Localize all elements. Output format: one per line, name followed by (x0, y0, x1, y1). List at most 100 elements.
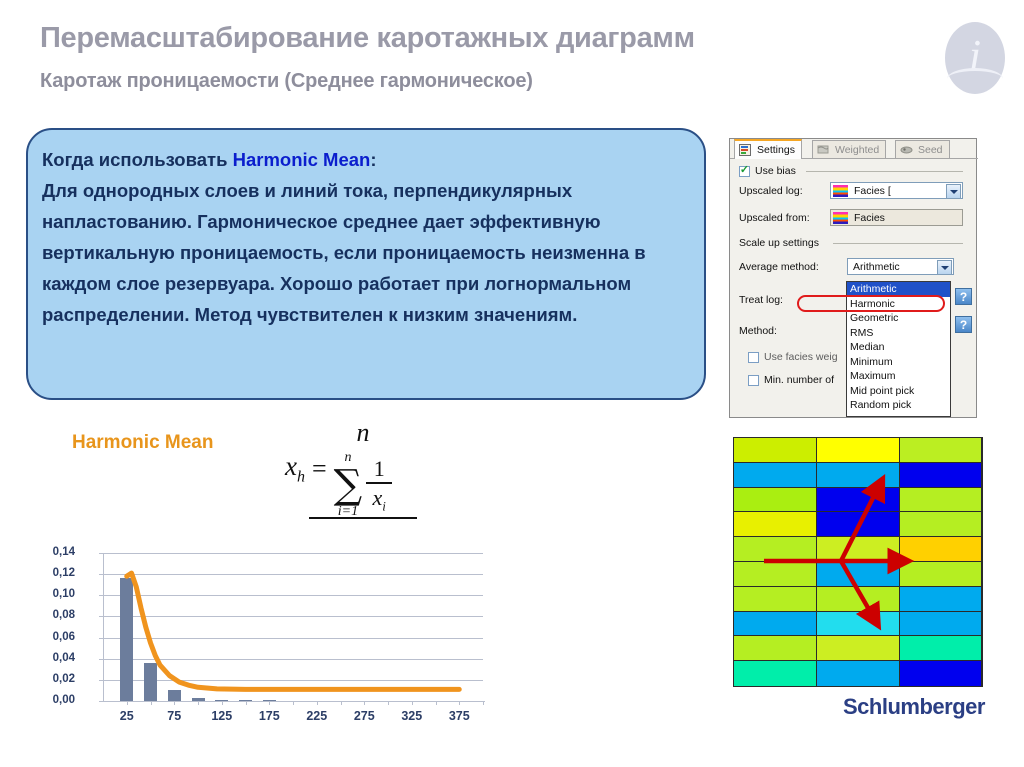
use-facies-weight-row[interactable]: Use facies weig (748, 351, 838, 363)
average-method-dropdown-button[interactable] (937, 260, 952, 275)
average-method-label: Average method: (739, 261, 819, 273)
use-facies-weight-label: Use facies weig (764, 351, 838, 363)
harmonic-highlight-ring (797, 294, 945, 312)
dropdown-option[interactable]: Median (847, 340, 950, 355)
facies-cell (734, 611, 817, 637)
callout-lead-prefix: Когда использовать (42, 149, 233, 170)
treat-log-label: Treat log: (739, 294, 783, 306)
facies-cell (817, 561, 899, 587)
chart-y-tick-label: 0,10 (52, 588, 75, 601)
dropdown-option[interactable]: Geometric (847, 311, 950, 326)
facies-from-icon (833, 211, 848, 224)
upscaled-log-label-row: Upscaled log: (739, 185, 803, 197)
facies-log-icon (833, 184, 848, 197)
facies-cell (899, 636, 981, 662)
chart-y-tick-label: 0,08 (52, 609, 75, 622)
dropdown-option[interactable]: RMS (847, 326, 950, 341)
facies-cell (734, 537, 817, 562)
use-bias-checkbox[interactable]: ✓ (739, 163, 750, 177)
check-icon: ✓ (739, 163, 750, 176)
seed-icon (900, 146, 913, 154)
facies-cell (899, 487, 981, 513)
facies-cell (899, 611, 981, 637)
average-method-dropdown-list[interactable]: Arithmetic Harmonic Geometric RMS Median Mini… (797, 281, 951, 417)
tab-seed[interactable]: Seed (895, 140, 950, 158)
facies-cell (817, 661, 899, 686)
tab-settings[interactable]: Settings (734, 139, 802, 159)
method-help-button[interactable]: ? (955, 316, 972, 333)
facies-column-3 (899, 438, 982, 686)
average-method-label-row: Average method: (739, 261, 819, 273)
formula-fraction-bar (309, 517, 417, 519)
callout-lead-suffix: : (370, 149, 377, 170)
facies-cell (734, 586, 817, 612)
chart-y-tick-label: 0,06 (52, 630, 75, 643)
chart-x-tick-label: 325 (401, 709, 423, 723)
tab-weighted[interactable]: Weighted (812, 140, 887, 158)
facies-cell (899, 661, 981, 686)
upscaled-from-value: Facies (854, 211, 885, 224)
permeability-histogram-chart: 0,00 0,02 0,04 0,06 0,08 0,10 0,12 0,14 25 75 125… (35, 545, 505, 740)
chart-x-tick-label: 375 (448, 709, 470, 723)
treat-log-row: Treat log: (739, 294, 783, 306)
facies-cell (817, 636, 899, 662)
callout-lead-highlight: Harmonic Mean (232, 149, 371, 170)
facies-cell (817, 611, 899, 637)
facies-cell (817, 487, 899, 513)
facies-column-1 (734, 438, 818, 686)
min-number-checkbox[interactable] (748, 374, 759, 386)
chart-y-tick-label: 0,02 (52, 672, 75, 685)
use-bias-separator (806, 171, 963, 172)
facies-cell (734, 636, 817, 662)
use-bias-row[interactable]: ✓ Use bias (739, 163, 796, 177)
facies-cell (899, 438, 981, 463)
upscaled-log-combobox[interactable]: Facies [ (830, 182, 963, 199)
chart-x-tick-label: 75 (167, 709, 182, 723)
upscaled-from-label-row: Upscaled from: (739, 212, 810, 224)
callout-text: Когда использовать Harmonic Mean: Для од… (42, 144, 690, 330)
facies-cell (817, 537, 899, 562)
facies-cell (899, 586, 981, 612)
treat-log-help-button[interactable]: ? (955, 288, 972, 305)
use-facies-weight-checkbox[interactable] (748, 351, 759, 363)
chart-x-tick-label: 175 (258, 709, 280, 723)
facies-cell (817, 586, 899, 612)
facies-cell (899, 512, 981, 538)
chevron-down-icon (940, 265, 949, 270)
dropdown-option[interactable]: Random pick (847, 398, 950, 413)
formula-numerator: n (356, 418, 370, 447)
average-method-value: Arithmetic (853, 260, 900, 273)
facies-cell (734, 561, 817, 587)
dropdown-option[interactable]: Harmonic (797, 294, 950, 312)
facies-cell (817, 512, 899, 538)
scale-up-settings-row: Scale up settings (739, 237, 819, 249)
chart-y-tick-label: 0,00 (52, 694, 75, 706)
upscaled-log-dropdown-button[interactable] (946, 184, 961, 199)
chart-fitted-curve (124, 570, 462, 692)
facies-cell (899, 462, 981, 488)
facies-cell (734, 512, 817, 538)
min-number-row[interactable]: Min. number of (748, 374, 834, 386)
dropdown-option[interactable]: Maximum (847, 369, 950, 384)
facies-cell (734, 487, 817, 513)
tab-settings-label: Settings (757, 144, 795, 156)
help-label: ? (959, 289, 968, 304)
facies-cell (734, 462, 817, 488)
chart-x-tick-label: 25 (119, 709, 134, 723)
tab-weighted-label: Weighted (835, 143, 880, 156)
dropdown-option[interactable]: Minimum (847, 355, 950, 370)
formula-fraction: n n ∑ i=1 1 xi (309, 418, 417, 519)
callout-body: Для однородных слоев и линий тока, перпе… (42, 180, 646, 325)
upscaled-from-label: Upscaled from: (739, 212, 810, 224)
dropdown-option[interactable]: Mid point pick (847, 384, 950, 399)
facies-cell (899, 561, 981, 587)
facies-column-2 (817, 438, 900, 686)
page-title: Перемасштабирование каротажных диаграмм (40, 22, 695, 54)
callout-box: Когда использовать Harmonic Mean: Для од… (26, 128, 706, 400)
upscaled-from-field: Facies (830, 209, 963, 226)
harmonic-mean-formula: xh = n n ∑ i=1 1 xi (285, 418, 417, 519)
chart-y-tick-label: 0,14 (52, 546, 75, 558)
reciprocal-term: 1 xi (366, 456, 393, 514)
average-method-combobox[interactable]: Arithmetic (847, 258, 954, 275)
chart-y-tick-label: 0,12 (52, 567, 75, 580)
